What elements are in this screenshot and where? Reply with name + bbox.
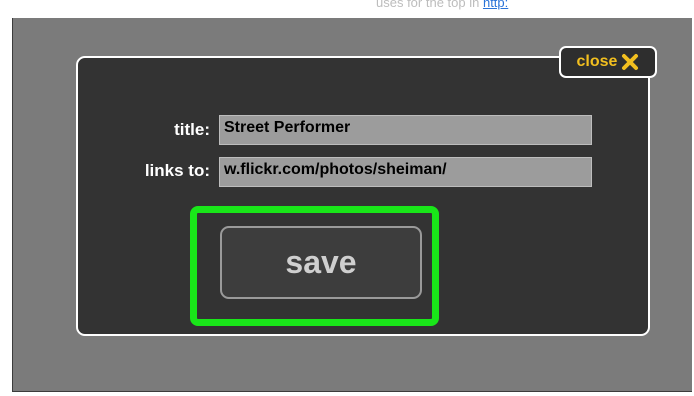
title-input[interactable]: Street Performer — [219, 115, 592, 145]
close-button[interactable]: close — [559, 46, 657, 78]
links-to-input[interactable]: w.flickr.com/photos/sheiman/ — [219, 157, 592, 187]
top-text-content: uses for the top in — [376, 0, 480, 10]
save-button[interactable]: save — [220, 226, 422, 299]
links-to-label: links to: — [144, 161, 210, 180]
close-x-icon — [622, 54, 639, 70]
top-link[interactable]: http: — [483, 0, 508, 10]
close-label: close — [576, 53, 618, 70]
save-label: save — [285, 244, 357, 280]
top-partial-text: uses for the top in http: — [376, 0, 508, 10]
title-label: title: — [174, 120, 210, 139]
top-strip: uses for the top in http: — [0, 0, 694, 18]
